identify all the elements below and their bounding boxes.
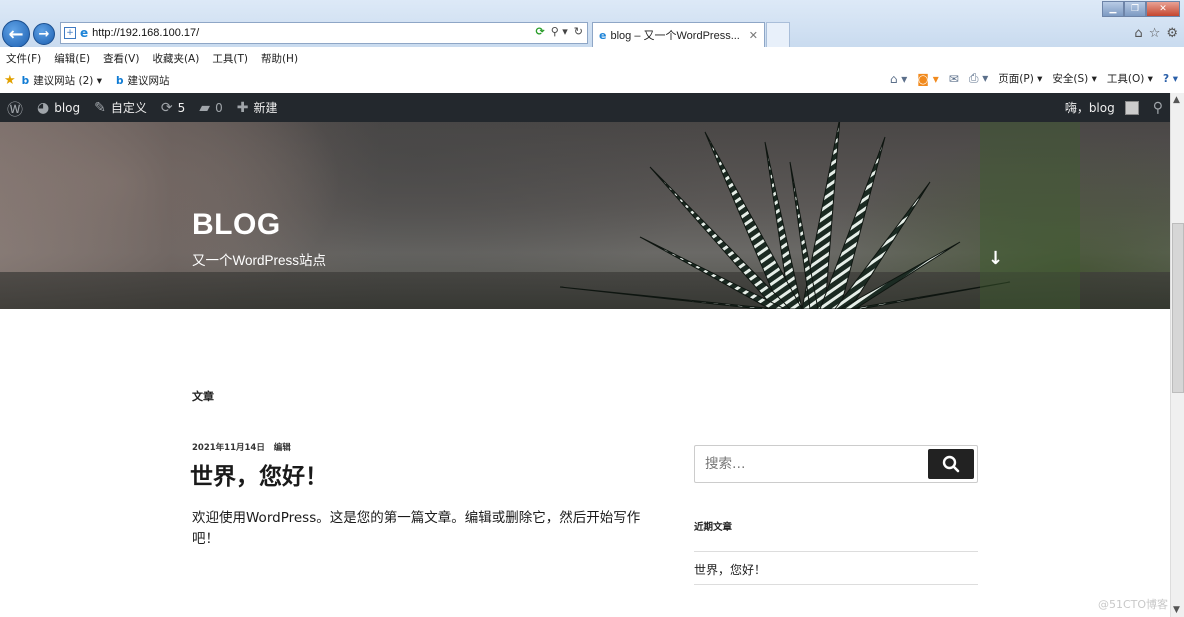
suggested-sites-label: 建议网站 (2) ▾ — [33, 75, 103, 87]
recent-posts-title: 近期文章 — [694, 522, 733, 533]
window-controls: ▁ ❐ ✕ — [1102, 1, 1180, 17]
menu-favorites[interactable]: 收藏夹(A) — [152, 51, 199, 66]
search-form — [694, 445, 978, 483]
browser-toolbar-icons: ⌂ ☆ ⚙ — [1134, 26, 1178, 41]
comments-count: 0 — [215, 100, 223, 115]
comment-icon: ▰ — [199, 99, 211, 116]
post-meta: 2021年11月14日 编辑 — [192, 441, 297, 453]
admin-site-link[interactable]: ◕ blog — [30, 93, 87, 122]
recent-post-link[interactable]: 世界，您好！ — [694, 561, 766, 578]
search-button[interactable] — [928, 449, 974, 479]
search-dropdown-icon[interactable]: ⚲ ▾ — [551, 25, 568, 38]
menu-edit[interactable]: 编辑(E) — [54, 51, 90, 66]
bing-icon: b — [21, 74, 30, 87]
gear-icon[interactable]: ⚙ — [1166, 26, 1178, 41]
favorites-add-star-icon[interactable]: ★ — [4, 73, 16, 88]
new-label: 新建 — [253, 101, 278, 115]
menu-file[interactable]: 文件(F) — [6, 51, 41, 66]
help-icon[interactable]: ? ▾ — [1163, 73, 1178, 85]
page-scrollbar[interactable]: ▲ ▼ — [1170, 93, 1184, 617]
menu-help[interactable]: 帮助(H) — [261, 51, 298, 66]
compat-view-icon[interactable]: + — [64, 27, 76, 39]
forward-arrow-icon[interactable]: → — [33, 23, 55, 45]
safety-menu[interactable]: 安全(S) ▾ — [1052, 71, 1096, 86]
print-icon[interactable]: ⎙ ▾ — [969, 71, 988, 86]
succulent-plant-image — [559, 122, 1080, 309]
favorites-star-icon[interactable]: ☆ — [1149, 26, 1161, 41]
site-description: 又一个WordPress站点 — [192, 253, 327, 268]
tab-title: blog – 又一个WordPress... — [610, 30, 740, 42]
suggested-sites-dropdown[interactable]: b 建议网站 (2) ▾ — [22, 73, 102, 88]
menu-view[interactable]: 查看(V) — [103, 51, 139, 66]
mail-icon[interactable]: ✉ — [949, 72, 959, 86]
admin-comments-link[interactable]: ▰ 0 — [192, 93, 229, 122]
suggested-sites-label: 建议网站 — [127, 75, 170, 87]
updates-count: 5 — [177, 100, 186, 115]
minimize-icon[interactable]: ▁ — [1102, 1, 1124, 17]
post-edit-link[interactable]: 编辑 — [274, 443, 291, 453]
dashboard-icon: ◕ — [37, 99, 50, 116]
home-dropdown-icon[interactable]: ⌂ ▾ — [890, 72, 907, 86]
new-tab-button[interactable] — [766, 22, 790, 47]
admin-updates-link[interactable]: ⟳ 5 — [154, 93, 192, 122]
tab-blog[interactable]: e blog – 又一个WordPress... ✕ — [592, 22, 765, 47]
admin-search-icon[interactable]: ⚲ — [1146, 93, 1170, 122]
search-icon — [942, 455, 960, 473]
menu-bar: 文件(F) 编辑(E) 查看(V) 收藏夹(A) 工具(T) 帮助(H) — [0, 47, 1184, 69]
posts-section-title: 文章 — [192, 390, 214, 403]
admin-customize-link[interactable]: ✎ 自定义 — [87, 93, 154, 122]
search-input[interactable] — [695, 446, 928, 482]
bing-icon: b — [116, 74, 124, 87]
scroll-up-icon[interactable]: ▲ — [1173, 95, 1180, 105]
widget-divider — [694, 584, 978, 585]
home-icon[interactable]: ⌂ — [1134, 26, 1142, 41]
close-tab-icon[interactable]: ✕ — [749, 29, 758, 42]
page-menu[interactable]: 页面(P) ▾ — [998, 71, 1042, 86]
close-window-icon[interactable]: ✕ — [1146, 1, 1180, 17]
plus-icon: ✚ — [236, 99, 249, 116]
browser-titlebar: ← → + e http://192.168.100.17/ ⟳ ⚲ ▾ ↻ e… — [0, 0, 1184, 48]
back-arrow-icon[interactable]: ← — [2, 20, 30, 48]
command-bar: ⌂ ▾ ◙ ▾ ✉ ⎙ ▾ 页面(P) ▾ 安全(S) ▾ 工具(O) ▾ ? … — [890, 71, 1178, 86]
site-header-banner: BLOG 又一个WordPress站点 ↓ — [0, 122, 1170, 309]
address-url[interactable]: http://192.168.100.17/ — [92, 27, 199, 39]
go-icon[interactable]: ⟳ — [535, 25, 544, 38]
scroll-down-arrow-icon[interactable]: ↓ — [988, 248, 1003, 269]
post-title[interactable]: 世界，您好！ — [190, 457, 328, 491]
site-title[interactable]: BLOG — [192, 208, 281, 242]
admin-site-name: blog — [54, 100, 81, 115]
scroll-down-icon[interactable]: ▼ — [1173, 605, 1180, 615]
address-bar[interactable]: + e http://192.168.100.17/ ⟳ ⚲ ▾ ↻ — [60, 22, 588, 44]
avatar — [1124, 100, 1139, 115]
admin-new-link[interactable]: ✚ 新建 — [230, 93, 285, 122]
greeting-label: 嗨，blog — [1064, 101, 1115, 115]
ie-logo-icon: e — [80, 26, 89, 40]
tools-menu[interactable]: 工具(O) ▾ — [1107, 71, 1153, 86]
maximize-icon[interactable]: ❐ — [1124, 1, 1146, 17]
scrollbar-thumb[interactable] — [1172, 223, 1184, 393]
post-date[interactable]: 2021年11月14日 — [192, 443, 265, 453]
wp-admin-bar: Ⓦ ◕ blog ✎ 自定义 ⟳ 5 ▰ 0 ✚ 新建 嗨，blog ⚲ — [0, 93, 1170, 122]
rss-feed-icon[interactable]: ◙ ▾ — [917, 72, 938, 86]
refresh-icon[interactable]: ↻ — [574, 25, 583, 38]
updates-icon: ⟳ — [160, 99, 173, 116]
customize-label: 自定义 — [110, 101, 147, 115]
widget-divider — [694, 551, 978, 552]
wordpress-logo-icon[interactable]: Ⓦ — [0, 93, 30, 122]
ie-page-icon: e — [599, 28, 607, 42]
menu-tools[interactable]: 工具(T) — [212, 51, 248, 66]
admin-account-menu[interactable]: 嗨，blog — [1058, 93, 1146, 122]
watermark: @51CTO博客 — [1098, 598, 1169, 611]
brush-icon: ✎ — [94, 99, 106, 116]
suggested-sites-link[interactable]: b 建议网站 — [116, 73, 170, 88]
post-excerpt: 欢迎使用WordPress。这是您的第一篇文章。编辑或删除它，然后开始写作吧！ — [192, 510, 641, 547]
